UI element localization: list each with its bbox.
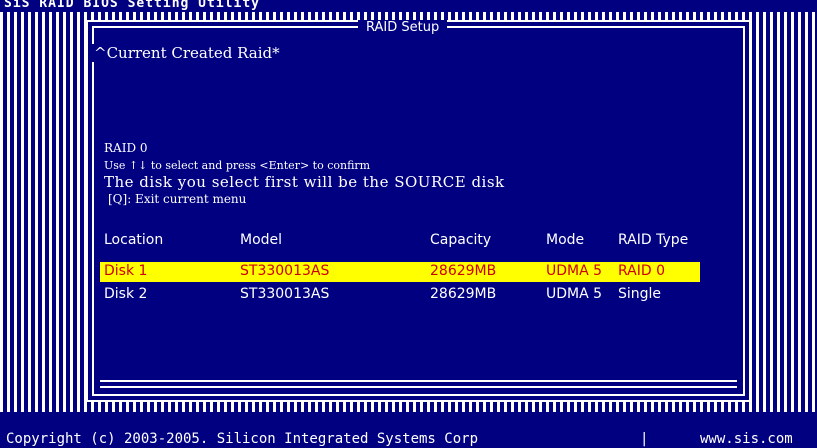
header-location: Location bbox=[104, 232, 164, 248]
header-capacity: Capacity bbox=[430, 232, 492, 248]
footer-separator: | bbox=[640, 431, 649, 447]
cell-location: Disk 2 bbox=[104, 286, 148, 302]
dialog-bottom-border-inner bbox=[100, 386, 737, 388]
current-created-raid-label: Current Created Raid bbox=[92, 44, 282, 62]
cell-model: ST330013AS bbox=[240, 263, 330, 279]
disk-table: Location Model Capacity Mode RAID Type D… bbox=[100, 232, 710, 306]
website-link: www.sis.com bbox=[700, 431, 793, 447]
instructions: RAID 0 Use ↑↓ to select and press <Enter… bbox=[104, 140, 505, 208]
footer-bar: Copyright (c) 2003-2005. Silicon Integra… bbox=[0, 430, 817, 448]
header-raid-type: RAID Type bbox=[618, 232, 689, 248]
dialog-bottom-border bbox=[100, 380, 737, 382]
raid-level-label: RAID 0 bbox=[104, 141, 148, 155]
utility-title: SiS RAID BIOS Setting Utility bbox=[4, 0, 260, 11]
header-model: Model bbox=[240, 232, 283, 248]
table-row-disk-2[interactable]: Disk 2 ST330013AS 28629MB UDMA 5 Single bbox=[100, 282, 710, 306]
cell-capacity: 28629MB bbox=[430, 286, 497, 302]
table-header-row: Location Model Capacity Mode RAID Type bbox=[100, 232, 710, 258]
table-row-disk-1[interactable]: Disk 1 ST330013AS 28629MB UDMA 5 RAID 0 bbox=[100, 262, 700, 282]
cell-model: ST330013AS bbox=[240, 286, 330, 302]
cell-raid-type: RAID 0 bbox=[618, 263, 666, 279]
cell-mode: UDMA 5 bbox=[546, 263, 603, 279]
cell-raid-type: Single bbox=[618, 286, 662, 302]
cell-mode: UDMA 5 bbox=[546, 286, 603, 302]
header-mode: Mode bbox=[546, 232, 585, 248]
cell-capacity: 28629MB bbox=[430, 263, 497, 279]
source-disk-note: The disk you select first will be the SO… bbox=[104, 173, 505, 191]
top-header-bar: SiS RAID BIOS Setting Utility bbox=[0, 0, 817, 12]
raid-setup-dialog: RAID Setup Current Created Raid RAID 0 U… bbox=[86, 20, 751, 402]
dialog-title: RAID Setup bbox=[358, 20, 448, 35]
copyright-text: Copyright (c) 2003-2005. Silicon Integra… bbox=[6, 431, 479, 447]
cell-location: Disk 1 bbox=[104, 263, 148, 279]
exit-hint: [Q]: Exit current menu bbox=[108, 192, 247, 206]
navigation-hint: Use ↑↓ to select and press <Enter> to co… bbox=[104, 159, 371, 172]
